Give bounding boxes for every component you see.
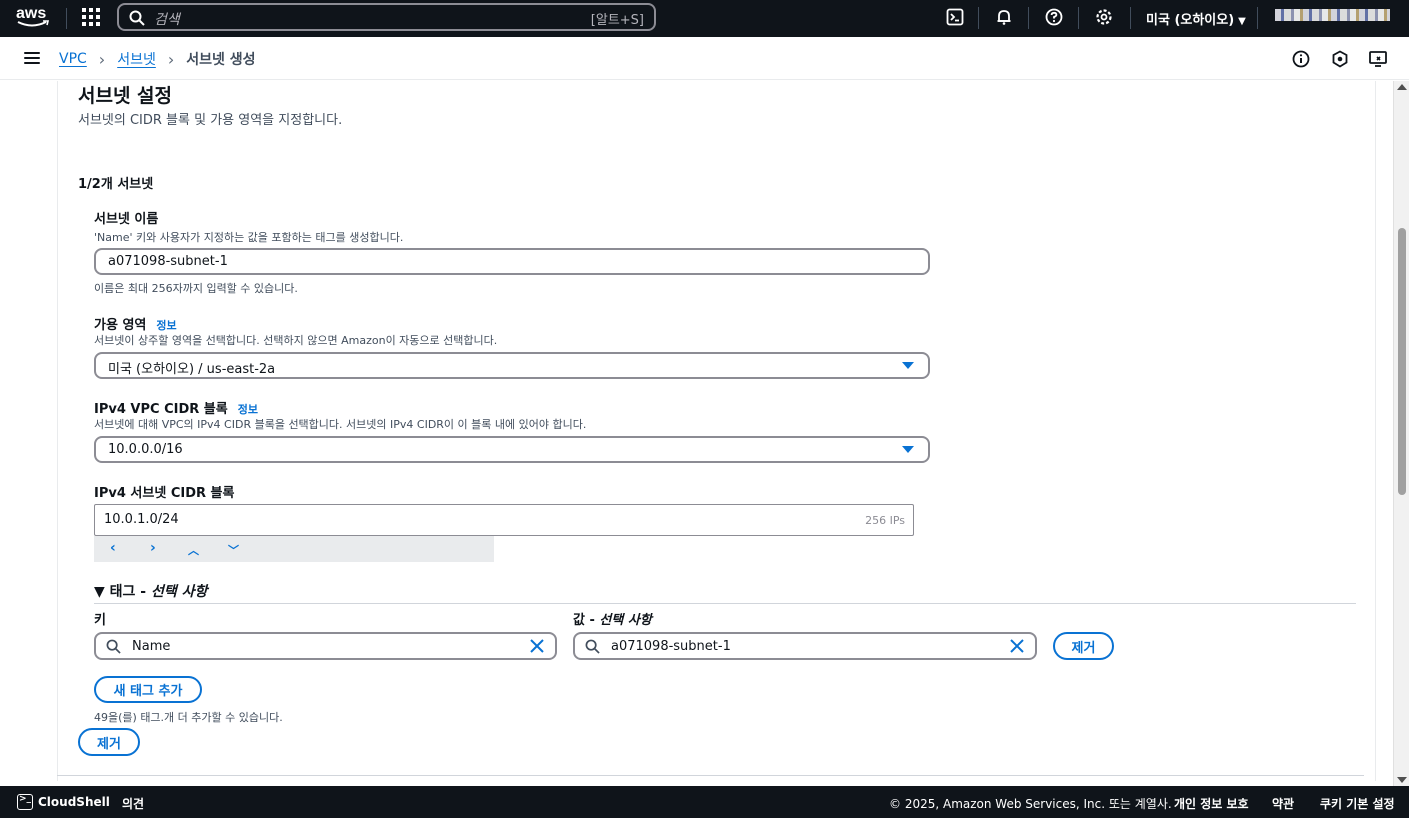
vpc-cidr-selected-value: 10.0.0.0/16: [108, 442, 183, 457]
footer-feedback-link[interactable]: 의견: [122, 795, 144, 812]
tags-section-toggle[interactable]: ▼ 태그 - 선택 사항: [94, 581, 207, 601]
nav-separator: [1130, 7, 1131, 29]
services-grid-icon[interactable]: [82, 8, 100, 26]
cidr-adjust-toolbar: ‹ › ︿ ﹀: [94, 536, 494, 562]
breadcrumb-vpc-link[interactable]: VPC: [59, 51, 87, 67]
subnet-count: 1/2개 서브넷: [78, 177, 154, 192]
vpc-cidr-info-link[interactable]: 정보: [238, 403, 258, 416]
nav-separator: [1257, 7, 1258, 29]
chevron-down-icon[interactable]: ﹀: [228, 542, 239, 558]
scroll-up-arrow-icon[interactable]: [1397, 84, 1407, 90]
search-icon: [585, 639, 600, 654]
menu-hamburger-icon[interactable]: [24, 52, 40, 64]
top-navigation: aws 검색 [알트+S] 미국 (오하이오) ▼: [0, 0, 1409, 37]
vpc-cidr-label-text: IPv4 VPC CIDR 블록: [94, 402, 228, 417]
scroll-down-arrow-icon[interactable]: [1397, 777, 1407, 783]
settings-gear-icon[interactable]: [1094, 7, 1114, 27]
subnet-cidr-ip-count: 256 IPs: [865, 514, 905, 527]
breadcrumb-subnets-link[interactable]: 서브넷: [117, 49, 156, 69]
remove-subnet-button[interactable]: 제거: [78, 728, 140, 756]
tag-key-label: 키: [94, 613, 106, 628]
tags-remaining-hint: 49을(를) 태그.개 더 추가할 수 있습니다.: [94, 711, 283, 724]
subnet-name-constraint: 이름은 최대 256자까지 입력할 수 있습니다.: [94, 282, 298, 295]
account-menu-redacted[interactable]: [1275, 9, 1390, 21]
search-icon: [129, 10, 145, 26]
tag-value-label: 값 - 선택 사항: [573, 609, 652, 628]
notifications-bell-icon[interactable]: [994, 7, 1014, 27]
search-shortcut: [알트+S]: [590, 13, 644, 28]
tag-key-value: Name: [132, 639, 171, 654]
main-content: 서브넷 설정 서브넷의 CIDR 블록 및 가용 영역을 지정합니다. 1/2개…: [0, 81, 1393, 786]
breadcrumb-current: 서브넷 생성: [186, 52, 256, 68]
tag-key-input[interactable]: Name: [94, 632, 557, 660]
vpc-cidr-hint: 서브넷에 대해 VPC의 IPv4 CIDR 블록을 선택합니다. 서브넷의 I…: [94, 418, 587, 431]
caret-down-icon: [902, 362, 914, 369]
nav-divider: [66, 8, 67, 29]
aws-logo-text: aws: [16, 5, 47, 22]
search-placeholder: 검색: [154, 12, 180, 28]
footer-terms-link[interactable]: 약관: [1272, 795, 1294, 812]
tag-value-value: a071098-subnet-1: [611, 639, 731, 654]
nav-separator: [978, 7, 979, 29]
chevron-right-icon: ›: [98, 49, 106, 69]
add-tag-button[interactable]: 새 태그 추가: [94, 676, 202, 703]
section-description: 서브넷의 CIDR 블록 및 가용 영역을 지정합니다.: [78, 113, 343, 128]
caret-down-icon: [902, 446, 914, 453]
footer-copyright: © 2025, Amazon Web Services, Inc. 또는 계열사…: [889, 797, 1172, 811]
subnet-cidr-value: 10.0.1.0/24: [104, 512, 179, 527]
tag-value-input[interactable]: a071098-subnet-1: [573, 632, 1037, 660]
chevron-right-icon: ›: [167, 49, 175, 69]
info-circle-icon[interactable]: [1291, 49, 1311, 69]
security-hex-icon[interactable]: [1330, 49, 1350, 69]
subnet-cidr-input[interactable]: 10.0.1.0/24 256 IPs: [94, 504, 914, 536]
clear-x-icon[interactable]: [1009, 638, 1025, 654]
tag-value-label-optional: 선택 사항: [599, 613, 652, 628]
remove-tag-button[interactable]: 제거: [1053, 632, 1114, 660]
section-title: 서브넷 설정: [78, 85, 173, 107]
footer-cloudshell-link[interactable]: CloudShell: [38, 795, 110, 809]
subnet-cidr-label: IPv4 서브넷 CIDR 블록: [94, 486, 235, 501]
help-icon[interactable]: [1044, 7, 1064, 27]
cloudshell-icon[interactable]: [17, 794, 33, 810]
region-selector[interactable]: 미국 (오하이오) ▼: [1146, 9, 1246, 28]
footer-privacy-link[interactable]: 개인 정보 보호: [1174, 795, 1249, 812]
breadcrumb: VPC › 서브넷 › 서브넷 생성: [59, 49, 256, 69]
caret-down-icon: ▼: [1238, 16, 1246, 27]
chevron-left-icon[interactable]: ‹: [110, 540, 116, 556]
tags-heading: ▼ 태그 -: [94, 584, 151, 600]
vpc-cidr-select[interactable]: 10.0.0.0/16: [94, 436, 930, 463]
nav-separator: [1078, 7, 1079, 29]
page-scrollbar[interactable]: [1393, 81, 1409, 786]
subnet-name-label: 서브넷 이름: [94, 212, 159, 227]
region-label: 미국 (오하이오): [1146, 13, 1235, 28]
global-search-input[interactable]: 검색 [알트+S]: [117, 3, 656, 31]
vpc-cidr-label: IPv4 VPC CIDR 블록 정보: [94, 398, 258, 417]
nav-separator: [1028, 7, 1029, 29]
clear-x-icon[interactable]: [529, 638, 545, 654]
breadcrumb-bar: VPC › 서브넷 › 서브넷 생성: [0, 37, 1409, 80]
tags-divider: [94, 603, 1356, 604]
az-label-text: 가용 영역: [94, 318, 147, 333]
footer: CloudShell 의견 © 2025, Amazon Web Service…: [0, 786, 1409, 818]
chevron-up-icon[interactable]: ︿: [188, 542, 199, 558]
az-selected-value: 미국 (오하이오) / us-east-2a: [108, 362, 276, 377]
az-select[interactable]: 미국 (오하이오) / us-east-2a: [94, 352, 930, 379]
footer-cookies-link[interactable]: 쿠키 기본 설정: [1320, 795, 1395, 812]
aws-logo[interactable]: aws: [16, 6, 50, 30]
chevron-right-icon[interactable]: ›: [150, 540, 156, 556]
tags-heading-optional: 선택 사항: [150, 584, 208, 600]
subnet-name-input[interactable]: a071098-subnet-1: [94, 248, 930, 275]
panel-bottom-border: [57, 775, 1364, 776]
tag-value-label-text: 값 -: [573, 613, 600, 628]
az-info-link[interactable]: 정보: [156, 319, 176, 332]
cloudshell-icon[interactable]: [945, 7, 965, 27]
scrollbar-thumb[interactable]: [1398, 228, 1406, 495]
search-icon: [106, 639, 121, 654]
subnet-name-hint: 'Name' 키와 사용자가 지정하는 값을 포함하는 태그를 생성합니다.: [94, 231, 404, 244]
feedback-screen-icon[interactable]: [1368, 49, 1388, 69]
az-hint: 서브넷이 상주할 영역을 선택합니다. 선택하지 않으면 Amazon이 자동으…: [94, 334, 498, 347]
az-label: 가용 영역 정보: [94, 314, 177, 333]
